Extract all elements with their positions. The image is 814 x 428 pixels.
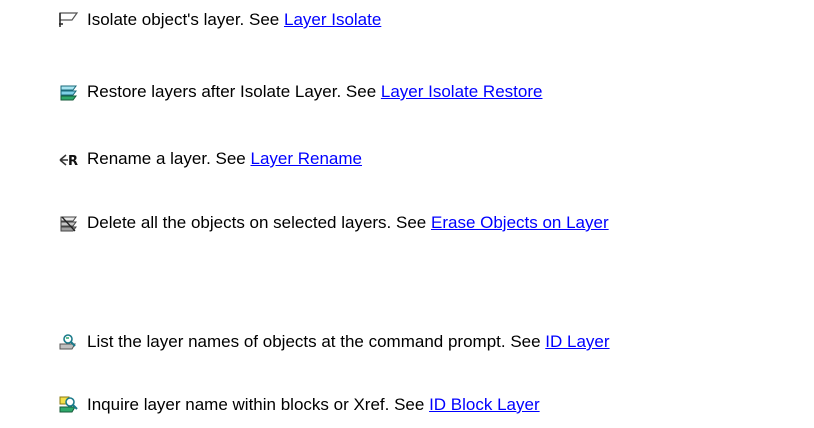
link-id-block-layer[interactable]: ID Block Layer [429,395,540,415]
item-description: Delete all the objects on selected layer… [87,213,431,232]
item-description: Rename a layer. See [87,149,251,168]
list-item: Inquire layer name within blocks or Xref… [58,393,540,417]
list-item: Restore layers after Isolate Layer. See … [58,80,542,104]
svg-text:R: R [68,154,78,169]
list-item: Delete all the objects on selected layer… [58,211,609,235]
layer-isolate-restore-icon [58,82,79,103]
link-id-layer[interactable]: ID Layer [545,332,609,352]
link-layer-rename[interactable]: Layer Rename [250,149,362,169]
item-description: Inquire layer name within blocks or Xref… [87,395,430,414]
link-erase-objects-on-layer[interactable]: Erase Objects on Layer [431,213,609,233]
list-item: R Rename a layer. See Layer Rename [58,147,362,171]
link-layer-isolate-restore[interactable]: Layer Isolate Restore [381,82,543,102]
item-description: List the layer names of objects at the c… [87,332,546,351]
erase-objects-on-layer-icon [58,213,79,234]
item-description: Restore layers after Isolate Layer. See [87,82,381,101]
link-layer-isolate[interactable]: Layer Isolate [284,10,381,30]
list-item: List the layer names of objects at the c… [58,330,610,354]
list-item: Isolate object's layer. See Layer Isolat… [58,8,381,32]
id-layer-icon [58,332,79,353]
layer-rename-icon: R [58,149,79,170]
id-block-layer-icon [58,395,79,416]
layer-isolate-icon [58,10,79,31]
item-description: Isolate object's layer. See [87,10,284,29]
